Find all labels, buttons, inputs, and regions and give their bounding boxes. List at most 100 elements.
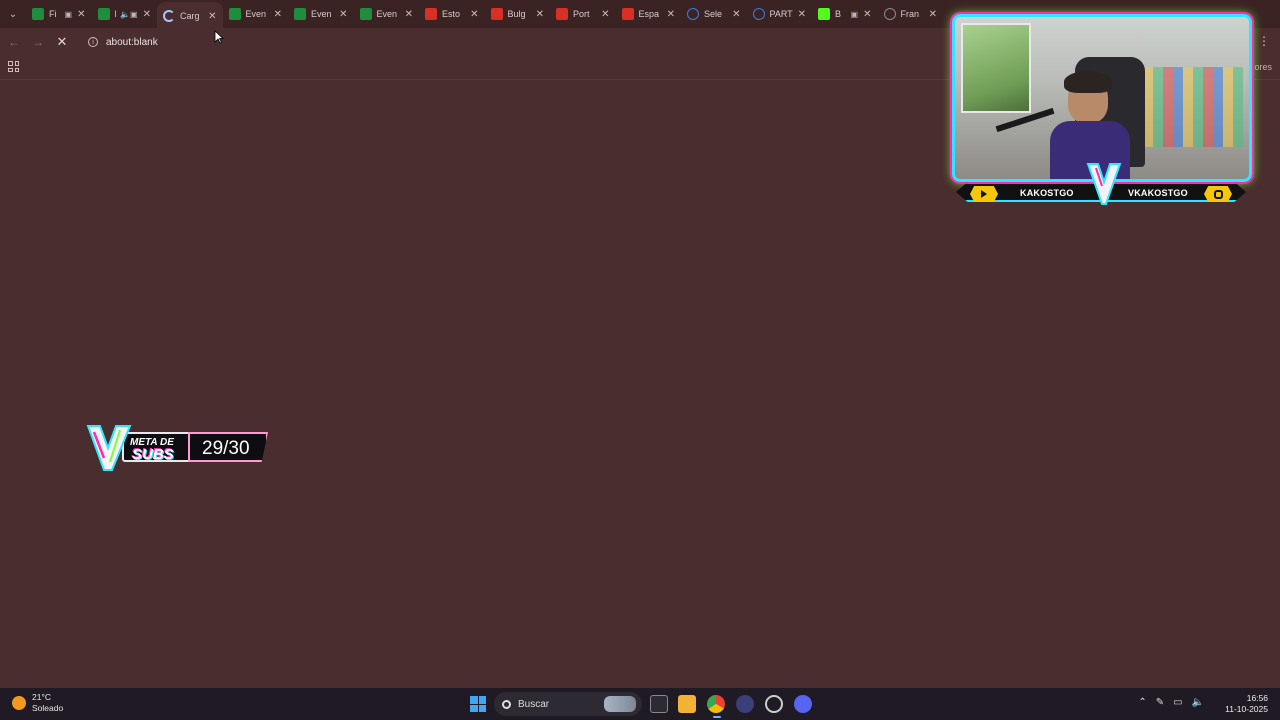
tab-title: Even [245, 9, 267, 19]
tab-media-indicator-icon: 🔈▣ [120, 9, 138, 19]
room-window [961, 23, 1031, 113]
instagram-handle: VKAKOSTGO [1128, 188, 1188, 198]
taskbar-search[interactable]: Buscar [494, 692, 642, 716]
sheets-icon [32, 8, 44, 20]
browser-tab[interactable]: Esto ✕ [419, 2, 485, 26]
close-icon[interactable]: ✕ [208, 11, 216, 22]
browser-tab[interactable]: Bulg ✕ [485, 2, 551, 26]
close-icon[interactable]: ✕ [339, 9, 347, 20]
red-b-icon [490, 8, 503, 20]
chevron-down-icon: ⌄ [8, 8, 18, 20]
tab-search-button[interactable]: ⌄ [0, 0, 26, 28]
webcam-nameplate: KAKOSTGO VKAKOSTGO [946, 163, 1256, 206]
tab-title: Bulg [507, 9, 526, 19]
tab-title: Sele [704, 9, 723, 19]
tab-title: Espa [638, 9, 660, 19]
red-b-icon [621, 8, 634, 20]
browser-tab[interactable]: Even ✕ [288, 2, 354, 26]
globe-icon [752, 8, 765, 20]
apps-icon[interactable] [8, 61, 19, 72]
red-b-icon [425, 8, 437, 20]
app-icon[interactable] [736, 695, 754, 713]
browser-tab[interactable]: Carg ✕ [157, 2, 223, 30]
subs-goal-count: 29/30 [202, 438, 250, 459]
chevron-up-icon[interactable]: ⌃ [1138, 697, 1146, 708]
close-icon[interactable]: ✕ [929, 9, 937, 20]
tab-media-indicator-icon: ▣ [64, 9, 73, 19]
clock[interactable]: 16:56 11-10-2025 [1225, 693, 1268, 715]
tab-media-indicator-icon: ▣ [850, 9, 859, 19]
tab-title: Esto [442, 9, 461, 19]
address-bar[interactable]: i about:blank [80, 30, 940, 54]
close-icon[interactable]: ✕ [274, 9, 282, 20]
back-button[interactable]: ← [2, 30, 26, 54]
browser-tab[interactable]: B ▣ ✕ [812, 2, 878, 26]
browser-tab[interactable]: Espa ✕ [616, 2, 682, 26]
weather-widget[interactable]: 21°C Soleado [12, 692, 63, 714]
tab-title: Even [376, 9, 398, 19]
close-icon[interactable]: ✕ [732, 9, 740, 20]
arrow-left-icon: ← [8, 35, 20, 49]
clock-date: 11-10-2025 [1225, 704, 1268, 714]
sun-icon [12, 696, 26, 710]
kick-icon [818, 8, 830, 20]
close-icon[interactable]: ✕ [470, 9, 478, 20]
subs-goal-label-bottom: SUBS [132, 446, 174, 463]
search-icon [502, 699, 511, 709]
file-explorer-icon[interactable] [678, 695, 696, 713]
tab-title: Fran [900, 9, 920, 19]
browser-tab[interactable]: PART ✕ [747, 2, 813, 26]
windows-start-icon[interactable] [470, 696, 486, 712]
loading-icon [163, 10, 175, 22]
arrow-right-icon: → [32, 35, 44, 49]
close-icon[interactable]: ✕ [863, 9, 871, 20]
search-highlight-image [604, 696, 636, 712]
close-icon[interactable]: ✕ [536, 9, 544, 20]
volume-icon[interactable]: 🔈 [1192, 697, 1204, 708]
sheets-icon [97, 8, 110, 20]
globe-icon [687, 8, 699, 20]
close-icon[interactable]: ✕ [77, 9, 85, 20]
tab-title: Carg [180, 11, 200, 21]
close-icon[interactable]: ✕ [601, 9, 609, 20]
tab-list: Fi▣✕E🔈▣✕Carg✕Even✕Even✕Even✕Esto✕Bulg✕Po… [26, 0, 943, 30]
close-icon[interactable]: ✕ [405, 9, 413, 20]
address-text: about:blank [106, 36, 158, 48]
forward-button[interactable]: → [26, 30, 50, 54]
discord-icon[interactable] [794, 695, 812, 713]
close-icon: ✕ [56, 34, 68, 49]
info-icon[interactable]: i [88, 37, 98, 47]
browser-tab[interactable]: Fi ▣ ✕ [26, 2, 92, 26]
browser-tab[interactable]: Fran ✕ [878, 2, 944, 26]
more-menu-button[interactable]: ⋮ [1258, 34, 1270, 48]
webcam-video [952, 14, 1252, 182]
subs-goal-widget: META DE SUBS 29/30 [86, 420, 270, 474]
weather-temperature: 21°C [32, 692, 51, 702]
mouse-cursor-icon [214, 30, 224, 44]
instagram-icon [1204, 186, 1232, 202]
close-icon[interactable]: ✕ [143, 9, 151, 20]
obs-icon[interactable] [765, 695, 783, 713]
browser-tab[interactable]: Even ✕ [354, 2, 420, 26]
task-view-icon[interactable] [650, 695, 668, 713]
sheets-icon [294, 8, 306, 20]
chrome-icon[interactable] [707, 695, 725, 713]
browser-tab[interactable]: E 🔈▣ ✕ [92, 2, 158, 26]
tab-title: Port [573, 9, 590, 19]
kebab-icon: ⋮ [1258, 34, 1270, 48]
sheets-icon [228, 8, 241, 20]
stop-loading-button[interactable]: ✕ [50, 30, 74, 54]
network-icon[interactable]: ▭ [1173, 697, 1182, 708]
browser-tab[interactable]: Even ✕ [223, 2, 289, 26]
close-icon[interactable]: ✕ [798, 9, 806, 20]
youtube-icon [970, 186, 998, 202]
taskbar: 21°C Soleado Buscar ⌃ ✎ ▭ 🔈 16:56 11-10-… [0, 688, 1280, 720]
pen-icon[interactable]: ✎ [1156, 697, 1164, 708]
browser-tab[interactable]: Port ✕ [550, 2, 616, 26]
tab-title: PART [769, 9, 793, 19]
globe-icon [883, 8, 896, 20]
youtube-handle: KAKOSTGO [1020, 188, 1074, 198]
system-tray: ⌃ ✎ ▭ 🔈 [1138, 697, 1204, 708]
close-icon[interactable]: ✕ [667, 9, 675, 20]
browser-tab[interactable]: Sele ✕ [681, 2, 747, 26]
